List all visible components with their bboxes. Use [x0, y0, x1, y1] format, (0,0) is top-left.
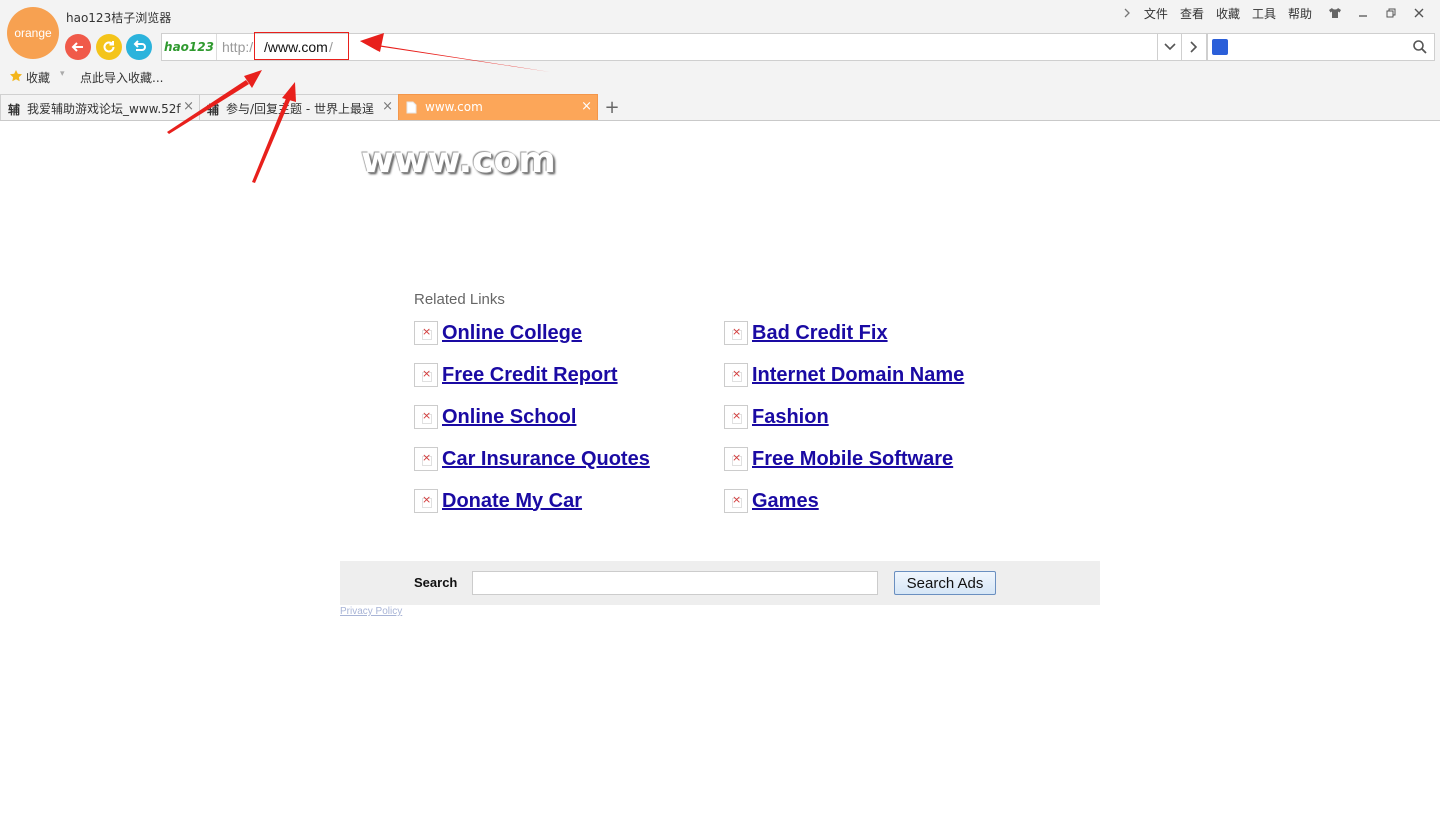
list-item: Car Insurance Quotes: [414, 438, 650, 480]
hao123-badge[interactable]: hao123: [162, 34, 217, 60]
tab-reply[interactable]: 辅 参与/回复主题 - 世界上最逞 ×: [199, 94, 399, 120]
back-arrow-icon: [71, 42, 83, 52]
skin-shirt-icon[interactable]: [1324, 4, 1346, 22]
search-label: Search: [414, 575, 458, 590]
list-item: Online School: [414, 396, 650, 438]
menu-favorites[interactable]: 收藏: [1210, 5, 1246, 22]
related-link[interactable]: Free Credit Report: [442, 364, 618, 387]
chevron-right-icon[interactable]: [1116, 4, 1138, 22]
restore-icon[interactable]: [1380, 4, 1402, 22]
url-history-dropdown[interactable]: [1157, 33, 1182, 61]
close-tab-icon[interactable]: ×: [183, 99, 194, 114]
search-icon[interactable]: [1412, 39, 1428, 55]
search-engine-box[interactable]: [1207, 33, 1435, 61]
refresh-button[interactable]: [96, 34, 122, 60]
logo-text: orange: [14, 26, 52, 40]
broken-image-icon: [724, 405, 748, 429]
undo-close-button[interactable]: [126, 34, 152, 60]
tab-title: www.com: [425, 100, 483, 114]
broken-image-icon: [724, 447, 748, 471]
search-input[interactable]: [472, 571, 878, 595]
broken-image-icon: [724, 363, 748, 387]
related-link[interactable]: Online College: [442, 322, 582, 345]
caret-down-icon[interactable]: ▾: [60, 69, 65, 79]
site-logo: www.com: [361, 140, 556, 181]
minimize-icon[interactable]: [1352, 4, 1374, 22]
url-protocol: http:/: [222, 39, 254, 55]
related-link[interactable]: Games: [752, 490, 819, 513]
tab-favicon: 辅: [8, 103, 21, 117]
star-icon: [10, 70, 22, 82]
annotation-arrows: [167, 33, 550, 183]
broken-image-icon: [724, 321, 748, 345]
list-item: Fashion: [724, 396, 964, 438]
tab-title: 我爱辅助游戏论坛_www.52f: [27, 102, 181, 116]
menu-file[interactable]: 文件: [1138, 5, 1174, 22]
browser-logo[interactable]: orange: [7, 7, 59, 59]
related-links-left: Online College Free Credit Report Online…: [414, 312, 650, 522]
related-link[interactable]: Internet Domain Name: [752, 364, 964, 387]
new-tab-button[interactable]: +: [600, 97, 624, 119]
related-links-heading: Related Links: [414, 291, 505, 308]
import-favorites-link[interactable]: 点此导入收藏...: [80, 69, 163, 86]
related-link[interactable]: Online School: [442, 406, 576, 429]
related-link[interactable]: Fashion: [752, 406, 829, 429]
favorites-bar: 收藏 ▾ 点此导入收藏...: [0, 66, 1440, 88]
chevron-down-icon: [1163, 43, 1176, 51]
related-link[interactable]: Bad Credit Fix: [752, 322, 888, 345]
close-tab-icon[interactable]: ×: [581, 99, 592, 114]
broken-image-icon: [414, 321, 438, 345]
list-item: Games: [724, 480, 964, 522]
favorites-label[interactable]: 收藏: [26, 69, 50, 86]
browser-chrome: orange hao123桔子浏览器 文件 查看 收藏 工具 帮助 hao123…: [0, 0, 1440, 121]
page-icon: [406, 101, 417, 117]
tab-active-wwwcom[interactable]: www.com ×: [398, 94, 598, 120]
top-menu: 文件 查看 收藏 工具 帮助: [1110, 4, 1430, 22]
close-window-icon[interactable]: [1408, 4, 1430, 22]
back-button[interactable]: [65, 34, 91, 60]
broken-image-icon: [414, 405, 438, 429]
list-item: Bad Credit Fix: [724, 312, 964, 354]
ad-search-bar: Search Search Ads: [340, 561, 1100, 605]
go-button[interactable]: [1182, 33, 1207, 61]
related-link[interactable]: Donate My Car: [442, 490, 582, 513]
search-ads-button[interactable]: Search Ads: [894, 571, 996, 595]
close-tab-icon[interactable]: ×: [382, 99, 393, 114]
broken-image-icon: [414, 489, 438, 513]
list-item: Donate My Car: [414, 480, 650, 522]
list-item: Online College: [414, 312, 650, 354]
refresh-icon: [103, 41, 115, 53]
broken-image-icon: [724, 489, 748, 513]
related-links-right: Bad Credit Fix Internet Domain Name Fash…: [724, 312, 964, 522]
list-item: Internet Domain Name: [724, 354, 964, 396]
tab-title: 参与/回复主题 - 世界上最逞: [226, 102, 375, 116]
annotation-url-box: [254, 32, 349, 60]
privacy-policy-link[interactable]: Privacy Policy: [340, 606, 402, 617]
hao123-badge-text: hao123: [164, 40, 214, 54]
app-title: hao123桔子浏览器: [66, 11, 172, 25]
chevron-right-icon: [1190, 41, 1198, 53]
undo-icon: [133, 40, 146, 51]
tab-favicon: 辅: [207, 103, 220, 117]
broken-image-icon: [414, 363, 438, 387]
list-item: Free Credit Report: [414, 354, 650, 396]
related-link[interactable]: Free Mobile Software: [752, 448, 953, 471]
menu-help[interactable]: 帮助: [1282, 5, 1318, 22]
baidu-paw-icon[interactable]: [1212, 39, 1228, 55]
related-link[interactable]: Car Insurance Quotes: [442, 448, 650, 471]
menu-view[interactable]: 查看: [1174, 5, 1210, 22]
tab-bar: 辅 我爱辅助游戏论坛_www.52f × 辅 参与/回复主题 - 世界上最逞 ×…: [0, 94, 1440, 121]
menu-tools[interactable]: 工具: [1246, 5, 1282, 22]
list-item: Free Mobile Software: [724, 438, 964, 480]
tab-forum[interactable]: 辅 我爱辅助游戏论坛_www.52f ×: [0, 94, 200, 120]
broken-image-icon: [414, 447, 438, 471]
